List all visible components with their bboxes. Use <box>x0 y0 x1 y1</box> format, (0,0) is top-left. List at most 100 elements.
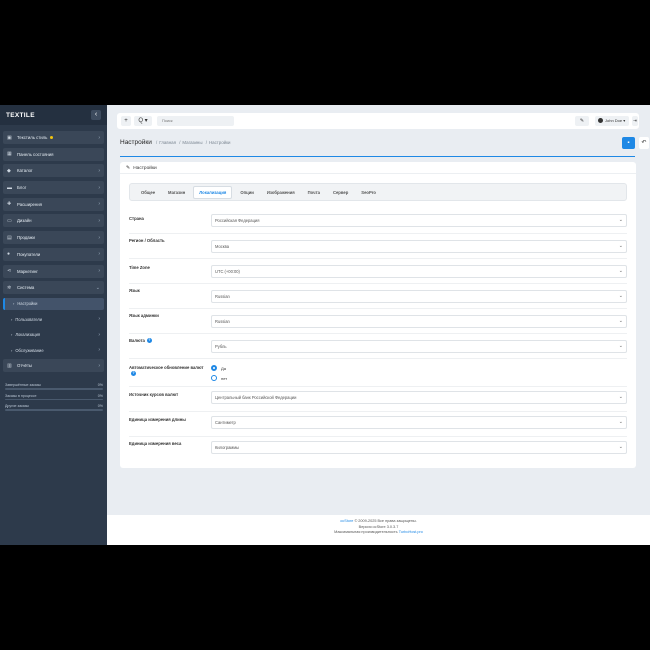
chevron-left-icon[interactable]: ‹ <box>91 110 101 120</box>
admin-language-value: Russian <box>215 319 230 324</box>
chevron-right-icon: › <box>98 362 100 369</box>
chevron-down-icon: ⌄ <box>618 394 623 400</box>
pin-icon[interactable]: ✎ <box>575 116 589 126</box>
sidebar-item-customers[interactable]: ● Покупатели › <box>3 247 104 261</box>
logout-icon[interactable]: ⇥ <box>632 116 638 126</box>
currency-select[interactable]: Рубль ⌄ <box>211 340 627 353</box>
user-name: John Doe <box>605 118 623 123</box>
page-header: Настройки / Главная / Магазины / Настройки … <box>120 137 649 159</box>
tab-mail[interactable]: Почта <box>303 187 325 198</box>
sidebar: TEXTILE ‹ ▣ Текстиль стиль › ▦ Панель состо… <box>0 105 107 545</box>
sidebar-item-extensions[interactable]: ✚ Расширения › <box>3 197 104 211</box>
country-select[interactable]: Российская Федерация ⌄ <box>211 214 627 227</box>
back-button[interactable]: ↶ <box>639 137 649 149</box>
sidebar-subitem-settings[interactable]: › Настройки <box>3 297 104 310</box>
chevron-right-icon: › <box>98 201 100 208</box>
admin-language-select[interactable]: Russian ⌄ <box>211 315 627 328</box>
sidebar-item-label: Панель состояния <box>17 151 54 157</box>
sidebar-subitem-label: Пользователи <box>15 316 43 322</box>
chevron-right-icon: › <box>98 234 100 241</box>
sidebar-item-reports[interactable]: ▥ Отчёты › <box>3 359 104 373</box>
localization-form: Страна Российская Федерация ⌄ Регион / Об… <box>129 210 627 462</box>
tab-options[interactable]: Опции <box>235 187 259 198</box>
search-scope-dropdown[interactable]: Q ▾ <box>134 116 152 126</box>
chevron-right-icon: › <box>98 134 100 141</box>
search-input[interactable] <box>157 116 234 126</box>
sidebar-subitem-localization[interactable]: › Локализация › <box>3 329 104 341</box>
chevron-right-icon: › <box>98 268 100 274</box>
add-button[interactable]: + <box>121 116 131 126</box>
sidebar-item-sales[interactable]: ▤ Продажи › <box>3 231 104 245</box>
user-menu[interactable]: John Doe ▾ <box>595 116 629 126</box>
currency-value: Рубль <box>215 344 227 349</box>
language-label: Язык <box>129 288 140 293</box>
sidebar-subitem-label: Обслуживание <box>15 347 44 353</box>
tab-localization[interactable]: Локализация <box>193 185 233 199</box>
progress-label: Другие заказы <box>5 404 29 408</box>
tab-store[interactable]: Магазин <box>163 187 190 198</box>
sidebar-subitem-label: Локализация <box>15 332 41 338</box>
progress-processing: Заказы в процессе 0% <box>5 394 103 400</box>
auto-update-label: Автоматическое обновление валют? <box>129 365 205 377</box>
sidebar-item-system[interactable]: ✲ Система ⌄ <box>3 281 104 295</box>
sidebar-item-label: Маркетинг <box>17 268 38 274</box>
chevron-right-icon: › <box>98 167 100 174</box>
sidebar-subitem-maintenance[interactable]: › Обслуживание › <box>3 344 104 356</box>
sidebar-item-catalog[interactable]: ◆ Каталог › <box>3 164 104 178</box>
sidebar-menu: ▣ Текстиль стиль › ▦ Панель состояния ◆ Ката… <box>0 125 107 373</box>
sidebar-item-dashboard[interactable]: ▦ Панель состояния <box>3 147 104 161</box>
chevron-right-icon: › <box>98 184 100 191</box>
sidebar-brand: TEXTILE ‹ <box>0 105 107 125</box>
region-select[interactable]: Москва ⌄ <box>211 240 627 253</box>
help-icon[interactable]: ? <box>131 371 136 377</box>
length-unit-value: Сантиметр <box>215 420 236 425</box>
sidebar-subitem-users[interactable]: › Пользователи › <box>3 313 104 325</box>
language-value: Russian <box>215 294 230 299</box>
radio-unchecked-icon <box>211 375 217 381</box>
chevron-down-icon: ⌄ <box>618 268 623 274</box>
chevron-down-icon: ⌄ <box>618 419 623 425</box>
card-title: Настройки <box>133 166 157 171</box>
timezone-select[interactable]: UTC (+00:00) ⌄ <box>211 265 627 278</box>
tab-seopro[interactable]: SeoPro <box>356 187 381 198</box>
language-select[interactable]: Russian ⌄ <box>211 290 627 303</box>
sidebar-item-textile-style[interactable]: ▣ Текстиль стиль › <box>3 131 104 144</box>
save-icon: ▪ <box>627 140 630 146</box>
sidebar-item-blog[interactable]: ▬ Блог › <box>3 181 104 195</box>
sidebar-item-label: Продажи <box>17 235 35 241</box>
weight-unit-select[interactable]: Килограммы ⌄ <box>211 441 627 454</box>
length-unit-select[interactable]: Сантиметр ⌄ <box>211 416 627 429</box>
chevron-down-icon: ⌄ <box>618 217 623 223</box>
card-header: ✎ Настройки <box>120 162 636 174</box>
breadcrumb: / Главная / Магазины / Настройки <box>156 140 231 145</box>
breadcrumb-stores[interactable]: Магазины <box>182 140 202 145</box>
rate-source-select[interactable]: Центральный банк Российской Федерации ⌄ <box>211 391 627 404</box>
top-toolbar: + Q ▾ ✎ John Doe ▾ ⇥ <box>117 113 639 129</box>
sidebar-item-label: Дизайн <box>17 218 32 224</box>
footer-copyright: © 2009-2025 Все права защищены. <box>354 519 417 523</box>
chart-icon: ▥ <box>7 362 12 369</box>
form-row-auto-update: Автоматическое обновление валют? Да нет <box>129 359 627 387</box>
breadcrumb-settings[interactable]: Настройки <box>209 140 231 145</box>
save-button[interactable]: ▪ <box>622 137 635 149</box>
breadcrumb-home[interactable]: Главная <box>159 140 176 145</box>
weight-unit-label: Единица измерения веса <box>129 441 182 446</box>
length-unit-label: Единица измерения длины <box>129 417 186 422</box>
sidebar-item-marketing[interactable]: ⋖ Маркетинг › <box>3 264 104 278</box>
tab-images[interactable]: Изображения <box>262 187 300 198</box>
chevron-down-icon: ⌄ <box>618 243 623 249</box>
auto-update-no-radio[interactable]: нет <box>211 375 227 381</box>
tab-general[interactable]: Общее <box>136 187 160 198</box>
status-dot <box>50 136 54 139</box>
footer-ocstore-link[interactable]: ocStore <box>340 519 353 523</box>
chevron-down-icon: ⌄ <box>618 318 623 324</box>
gear-icon: ✲ <box>7 284 12 291</box>
currency-label: Валюта? <box>129 338 205 344</box>
radio-checked-icon <box>211 365 217 371</box>
country-value: Российская Федерация <box>215 218 260 223</box>
tab-server[interactable]: Сервер <box>328 187 353 198</box>
auto-update-yes-radio[interactable]: Да <box>211 365 226 371</box>
footer-turbohost-link[interactable]: TurboHost.pro <box>399 530 423 534</box>
sidebar-item-design[interactable]: ▭ Дизайн › <box>3 214 104 228</box>
help-icon[interactable]: ? <box>146 338 152 344</box>
